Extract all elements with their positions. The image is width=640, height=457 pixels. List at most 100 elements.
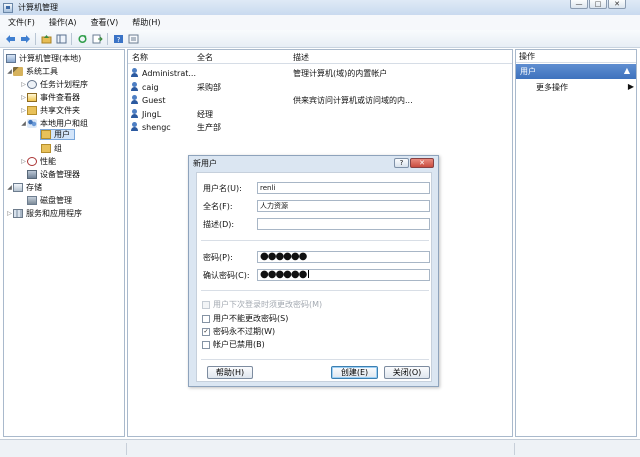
table-row[interactable]: JingL 经理 [128, 108, 512, 121]
column-header-fullname[interactable]: 全名 [197, 52, 213, 63]
help-button[interactable]: 帮助(H) [207, 366, 253, 379]
option-password-never-expires[interactable]: ✓ 密码永不过期(W) [202, 326, 275, 337]
close-button[interactable]: ✕ [608, 0, 626, 9]
username-label: 用户名(U): [203, 184, 242, 193]
menu-help[interactable]: 帮助(H) [132, 17, 160, 28]
tree-performance[interactable]: ▷ 性能 [20, 155, 56, 167]
user-icon [130, 109, 140, 119]
tree-root[interactable]: 计算机管理(本地) [6, 52, 81, 64]
tree-system-tools[interactable]: ◢ 系统工具 [6, 65, 58, 77]
storage-icon [13, 182, 23, 192]
minimize-button[interactable]: — [570, 0, 588, 9]
actions-header: 操作 [516, 50, 636, 63]
computer-icon [6, 53, 16, 63]
close-dialog-button[interactable]: 关闭(O) [384, 366, 430, 379]
user-description: 供来宾访问计算机或访问域的内... [293, 96, 413, 105]
tree-device-manager[interactable]: 设备管理器 [27, 168, 80, 180]
window-title: 计算机管理 [18, 3, 58, 12]
form-divider [201, 240, 429, 241]
menu-view[interactable]: 查看(V) [91, 17, 119, 28]
dialog-title: 新用户 [193, 159, 217, 168]
description-input[interactable] [257, 218, 430, 230]
user-icon [130, 82, 140, 92]
menu-action[interactable]: 操作(A) [49, 17, 77, 28]
tree-users[interactable]: 用户 [40, 129, 75, 140]
show-tree-icon[interactable] [55, 33, 67, 45]
submenu-arrow-icon: ▶ [627, 82, 634, 91]
table-row[interactable]: Administrat... 管理计算机(域)的内置帐户 [128, 67, 512, 80]
status-divider [126, 443, 127, 455]
tree-storage[interactable]: ◢ 存储 [6, 181, 42, 193]
password-input[interactable]: ●●●●●● [257, 251, 430, 263]
help-icon[interactable]: ? [112, 33, 124, 45]
tree-disk-management[interactable]: 磁盘管理 [27, 194, 72, 206]
toolbar-separator [71, 32, 72, 45]
user-name: caig [142, 82, 159, 92]
table-row[interactable]: shengc 生产部 [128, 121, 512, 134]
actions-section-users[interactable]: 用户 ▲ [516, 64, 636, 79]
tree-groups[interactable]: 组 [41, 142, 62, 154]
table-row[interactable]: caig 采购部 [128, 81, 512, 94]
maximize-button[interactable]: □ [589, 0, 607, 9]
checkbox[interactable] [202, 340, 210, 349]
new-user-dialog: 新用户 ? ✕ 用户名(U): 全名(F): 描述(D): 密码(P): ●●●… [188, 155, 439, 387]
description-label: 描述(D): [203, 220, 235, 229]
collapse-arrow-icon[interactable]: ▷ [20, 158, 27, 165]
checkbox[interactable] [202, 300, 210, 309]
status-divider [514, 443, 515, 455]
toolbar-separator [107, 32, 108, 45]
menu-file[interactable]: 文件(F) [8, 17, 35, 28]
navigation-tree[interactable]: 计算机管理(本地) ◢ 系统工具 ▷ 任务计划程序 ▷ 事件查看器 ▷ 共享文件… [3, 49, 125, 437]
create-button[interactable]: 创建(E) [331, 366, 378, 379]
tools-icon [13, 66, 23, 76]
column-header-description[interactable]: 描述 [293, 52, 309, 63]
collapse-arrow-icon[interactable]: ▲ [624, 66, 630, 75]
tree-task-scheduler[interactable]: ▷ 任务计划程序 [20, 78, 88, 90]
text-caret [308, 270, 310, 278]
checkbox-checked[interactable]: ✓ [202, 327, 210, 336]
help-icon[interactable]: ? [394, 158, 409, 168]
user-icon [130, 95, 140, 105]
expand-arrow-icon[interactable]: ◢ [20, 120, 27, 127]
form-divider [201, 290, 429, 291]
username-input[interactable] [257, 182, 430, 194]
window-controls: — □ ✕ [570, 0, 626, 9]
folder-up-icon[interactable] [40, 33, 52, 45]
collapse-arrow-icon[interactable]: ▷ [20, 107, 27, 114]
collapse-arrow-icon[interactable]: ▷ [20, 81, 27, 88]
confirm-password-input[interactable]: ●●●●●● [257, 269, 430, 281]
collapse-arrow-icon[interactable]: ▷ [20, 94, 27, 101]
refresh-icon[interactable] [76, 33, 88, 45]
forward-arrow-icon[interactable] [19, 33, 31, 45]
checkbox[interactable] [202, 314, 210, 323]
close-icon[interactable]: ✕ [410, 158, 434, 168]
properties-icon[interactable] [127, 33, 139, 45]
option-account-disabled[interactable]: 帐户已禁用(B) [202, 339, 265, 350]
confirm-password-label: 确认密码(C): [203, 271, 250, 280]
tree-event-viewer[interactable]: ▷ 事件查看器 [20, 91, 80, 103]
user-fullname: 生产部 [197, 123, 221, 132]
option-cannot-change-password[interactable]: 用户不能更改密码(S) [202, 313, 288, 324]
folder-icon [41, 143, 51, 153]
user-name: shengc [142, 122, 171, 132]
collapse-arrow-icon[interactable]: ▷ [6, 210, 13, 217]
fullname-input[interactable] [257, 200, 430, 212]
column-header-name[interactable]: 名称 [132, 52, 148, 63]
tree-local-users-groups[interactable]: ◢ 本地用户和组 [20, 117, 88, 129]
expand-arrow-icon[interactable]: ◢ [6, 68, 13, 75]
more-actions[interactable]: 更多操作 ▶ [536, 82, 634, 93]
table-row[interactable]: Guest 供来宾访问计算机或访问域的内... [128, 94, 512, 107]
export-icon[interactable] [91, 33, 103, 45]
option-must-change-password[interactable]: 用户下次登录时须更改密码(M) [202, 299, 322, 310]
menu-bar: 文件(F) 操作(A) 查看(V) 帮助(H) [0, 15, 640, 30]
device-manager-icon [27, 169, 37, 179]
computer-management-icon [3, 2, 13, 13]
back-arrow-icon[interactable] [4, 33, 16, 45]
dialog-title-bar: 新用户 ? ✕ [189, 156, 438, 171]
expand-arrow-icon[interactable]: ◢ [6, 184, 13, 191]
clock-icon [27, 79, 37, 89]
form-divider [201, 359, 429, 360]
status-bar [0, 439, 640, 457]
tree-shared-folders[interactable]: ▷ 共享文件夹 [20, 104, 80, 116]
tree-services-apps[interactable]: ▷ 服务和应用程序 [6, 207, 82, 219]
